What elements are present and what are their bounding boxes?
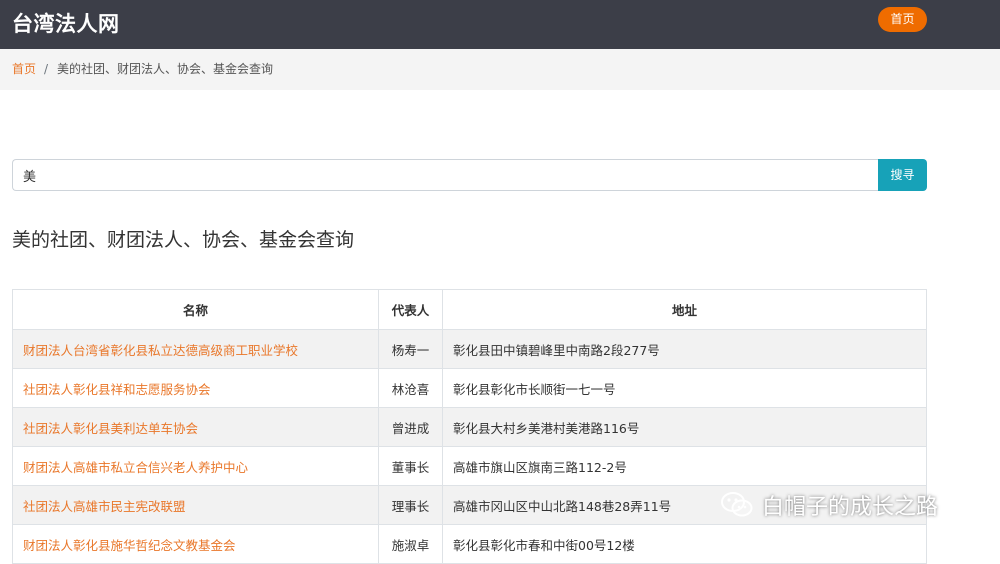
top-navbar: 台湾法人网 首页 [0,0,1000,49]
table-row: 社团法人彰化县祥和志愿服务协会 林沧喜 彰化县彰化市长顺街一七一号 [12,368,927,408]
org-name-cell: 社团法人高雄市民主宪改联盟 [12,485,379,525]
home-button[interactable]: 首页 [878,7,927,32]
org-name-link[interactable]: 财团法人台湾省彰化县私立达德高级商工职业学校 [23,343,298,358]
org-name-cell: 财团法人彰化县施华哲纪念文教基金会 [12,524,379,564]
org-name-link[interactable]: 社团法人高雄市民主宪改联盟 [23,499,186,514]
representative-cell: 施淑卓 [378,524,443,564]
page-title: 美的社团、财团法人、协会、基金会查询 [12,229,355,251]
representative-cell: 林沧喜 [378,368,443,408]
breadcrumb: 首页 / 美的社团、财团法人、协会、基金会查询 [0,49,1000,90]
search-button[interactable]: 搜寻 [878,159,927,191]
table-row: 财团法人彰化县施华哲纪念文教基金会 施淑卓 彰化县彰化市春和中街00号12楼 [12,524,927,564]
representative-cell: 董事长 [378,446,443,486]
org-name-cell: 财团法人高雄市私立合信兴老人养护中心 [12,446,379,486]
address-cell: 彰化县大村乡美港村美港路116号 [442,407,927,447]
representative-cell: 理事长 [378,485,443,525]
watermark-text: 白帽子的成长之路 [762,495,939,520]
address-cell: 彰化县彰化市长顺街一七一号 [442,368,927,408]
column-header-address: 地址 [442,289,927,330]
breadcrumb-separator: / [44,62,49,76]
breadcrumb-home-link[interactable]: 首页 [12,49,36,90]
site-brand[interactable]: 台湾法人网 [12,8,120,38]
wechat-icon [721,492,753,517]
table-row: 财团法人高雄市私立合信兴老人养护中心 董事长 高雄市旗山区旗南三路112-2号 [12,446,927,486]
table-header-row: 名称 代表人 地址 [12,289,927,330]
org-name-link[interactable]: 社团法人彰化县美利达单车协会 [23,421,198,436]
org-name-cell: 社团法人彰化县祥和志愿服务协会 [12,368,379,408]
address-cell: 高雄市旗山区旗南三路112-2号 [442,446,927,486]
table-row: 社团法人彰化县美利达单车协会 曾进成 彰化县大村乡美港村美港路116号 [12,407,927,447]
table-row: 财团法人台湾省彰化县私立达德高级商工职业学校 杨寿一 彰化县田中镇碧峰里中南路2… [12,329,927,369]
org-name-link[interactable]: 财团法人高雄市私立合信兴老人养护中心 [23,460,248,475]
org-name-link[interactable]: 财团法人彰化县施华哲纪念文教基金会 [23,538,236,553]
representative-cell: 杨寿一 [378,329,443,369]
watermark: 白帽子的成长之路 [720,485,938,525]
column-header-rep: 代表人 [378,289,443,330]
org-name-link[interactable]: 社团法人彰化县祥和志愿服务协会 [23,382,211,397]
org-name-cell: 社团法人彰化县美利达单车协会 [12,407,379,447]
org-name-cell: 财团法人台湾省彰化县私立达德高级商工职业学校 [12,329,379,369]
address-cell: 彰化县田中镇碧峰里中南路2段277号 [442,329,927,369]
breadcrumb-current: 美的社团、财团法人、协会、基金会查询 [57,62,274,76]
column-header-name: 名称 [12,289,379,330]
search-input[interactable] [12,159,878,191]
representative-cell: 曾进成 [378,407,443,447]
address-cell: 彰化县彰化市春和中街00号12楼 [442,524,927,564]
